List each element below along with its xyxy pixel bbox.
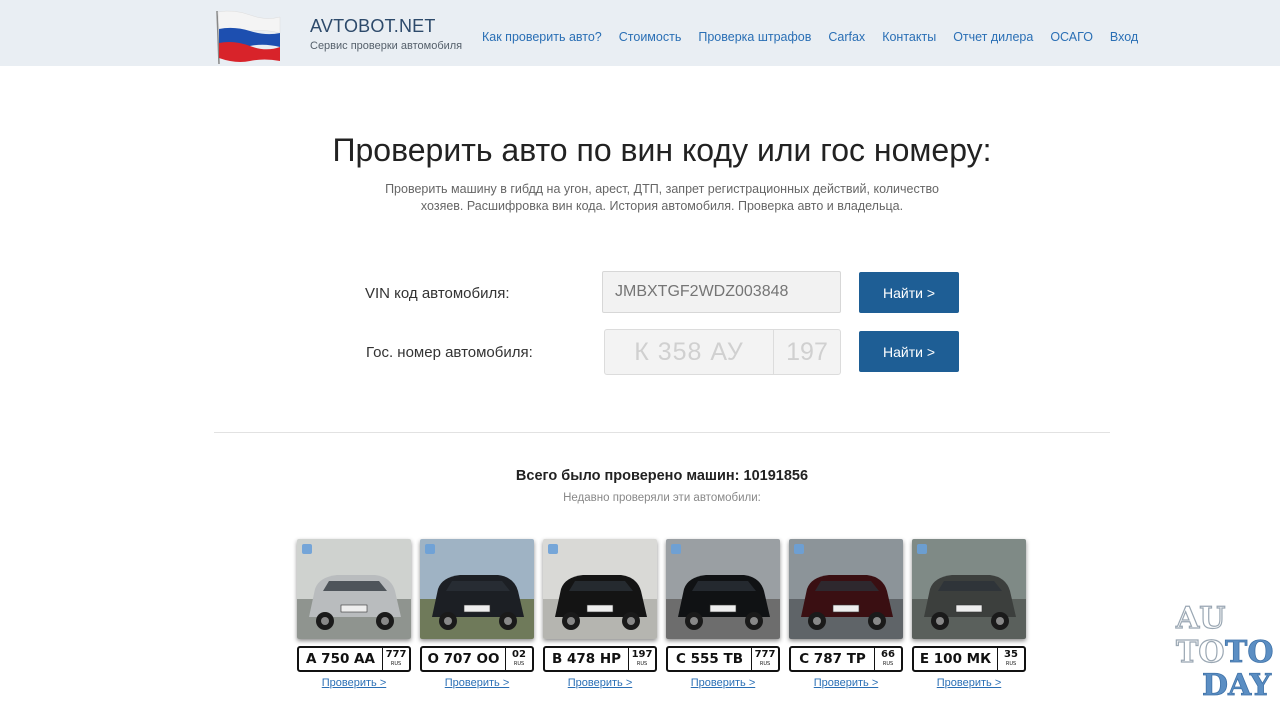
license-plate: Е 100 МК 35 RUS (912, 646, 1026, 672)
recent-car-card: С 555 ТВ 777 RUS Проверить > (666, 539, 780, 689)
recent-car-card: О 707 ОО 02 RUS Проверить > (420, 539, 534, 689)
plate-region: 35 RUS (997, 648, 1024, 670)
main-nav: Как проверить авто? Стоимость Проверка ш… (482, 30, 1155, 44)
autotoday-watermark-logo: AU TO TO DAY (1170, 598, 1276, 698)
plate-number-field[interactable]: К 358 АУ 197 (604, 329, 841, 375)
plate-region-input[interactable]: 197 (774, 330, 840, 374)
plate-number: А 750 АА (306, 651, 375, 667)
plate-country: RUS (390, 661, 402, 667)
license-plate: С 787 ТР 66 RUS (789, 646, 903, 672)
plate-region: 66 RUS (874, 648, 901, 670)
plate-number: В 478 НР (551, 651, 622, 667)
plate-region-code: 35 (1004, 649, 1018, 660)
nav-carfax[interactable]: Carfax (828, 30, 865, 44)
recent-cars-list: А 750 АА 777 RUS Проверить > О 707 ОО 02 R… (297, 539, 1035, 689)
recent-car-card: В 478 НР 197 RUS Проверить > (543, 539, 657, 689)
plate-label: Гос. номер автомобиля: (366, 344, 533, 361)
plate-number-input[interactable]: К 358 АУ (605, 330, 774, 374)
nav-login[interactable]: Вход (1110, 30, 1138, 44)
plate-number: Е 100 МК (919, 651, 992, 667)
car-photo[interactable] (666, 539, 780, 639)
nav-dealer-report[interactable]: Отчет дилера (953, 30, 1033, 44)
plate-country: RUS (759, 661, 771, 667)
plate-number: С 787 ТР (799, 651, 866, 667)
car-photo[interactable] (420, 539, 534, 639)
check-link[interactable]: Проверить > (297, 677, 411, 689)
car-photo[interactable] (543, 539, 657, 639)
plate-number: О 707 ОО (427, 651, 500, 667)
plate-search-button[interactable]: Найти > (859, 331, 959, 372)
page-subtitle: Проверить машину в гибдд на угон, арест,… (385, 182, 939, 213)
watermark-text: TO (1225, 635, 1273, 670)
nav-contacts[interactable]: Контакты (882, 30, 936, 44)
brand[interactable]: AVTOBOT.NET Сервис проверки автомобиля (310, 16, 462, 52)
page-title: Проверить авто по вин коду или гос номер… (332, 132, 992, 168)
nav-fines-check[interactable]: Проверка штрафов (698, 30, 811, 44)
car-photo[interactable] (912, 539, 1026, 639)
check-link[interactable]: Проверить > (420, 677, 534, 689)
plate-region-code: 777 (754, 649, 776, 660)
license-plate: В 478 НР 197 RUS (543, 646, 657, 672)
license-plate: А 750 АА 777 RUS (297, 646, 411, 672)
plate-region-code: 66 (881, 649, 895, 660)
plate-country: RUS (636, 661, 648, 667)
check-link[interactable]: Проверить > (912, 677, 1026, 689)
plate-country: RUS (882, 661, 894, 667)
watermark-text: TO (1176, 635, 1224, 670)
car-photo[interactable] (297, 539, 411, 639)
license-plate: О 707 ОО 02 RUS (420, 646, 534, 672)
plate-country: RUS (513, 661, 525, 667)
plate-region-code: 02 (512, 649, 526, 660)
nav-pricing[interactable]: Стоимость (619, 30, 682, 44)
brand-name[interactable]: AVTOBOT.NET (310, 16, 462, 37)
plate-region-code: 777 (385, 649, 407, 660)
total-checked-count: Всего было проверено машин: 10191856 (515, 468, 809, 484)
plate-region: 777 RUS (751, 648, 778, 670)
section-divider (214, 432, 1110, 433)
plate-region: 197 RUS (628, 648, 655, 670)
plate-number: С 555 ТВ (676, 651, 743, 667)
header-bar: AVTOBOT.NET Сервис проверки автомобиля К… (0, 0, 1280, 66)
recent-car-card: С 787 ТР 66 RUS Проверить > (789, 539, 903, 689)
russian-flag-logo[interactable] (214, 9, 282, 65)
nav-how-to-check[interactable]: Как проверить авто? (482, 30, 602, 44)
plate-region: 777 RUS (382, 648, 409, 670)
recent-heading: Недавно проверяли эти автомобили: (563, 492, 761, 504)
watermark-text: AU (1175, 601, 1225, 636)
vin-label: VIN код автомобиля: (365, 285, 510, 302)
plate-region-code: 197 (631, 649, 653, 660)
vin-input[interactable] (602, 271, 841, 313)
watermark-text: DAY (1202, 668, 1272, 698)
plate-country: RUS (1005, 661, 1017, 667)
vin-search-button[interactable]: Найти > (859, 272, 959, 313)
license-plate: С 555 ТВ 777 RUS (666, 646, 780, 672)
recent-car-card: Е 100 МК 35 RUS Проверить > (912, 539, 1026, 689)
check-link[interactable]: Проверить > (789, 677, 903, 689)
car-photo[interactable] (789, 539, 903, 639)
check-link[interactable]: Проверить > (543, 677, 657, 689)
plate-region: 02 RUS (505, 648, 532, 670)
nav-osago[interactable]: ОСАГО (1050, 30, 1093, 44)
brand-subtitle: Сервис проверки автомобиля (310, 40, 463, 52)
check-link[interactable]: Проверить > (666, 677, 780, 689)
recent-car-card: А 750 АА 777 RUS Проверить > (297, 539, 411, 689)
